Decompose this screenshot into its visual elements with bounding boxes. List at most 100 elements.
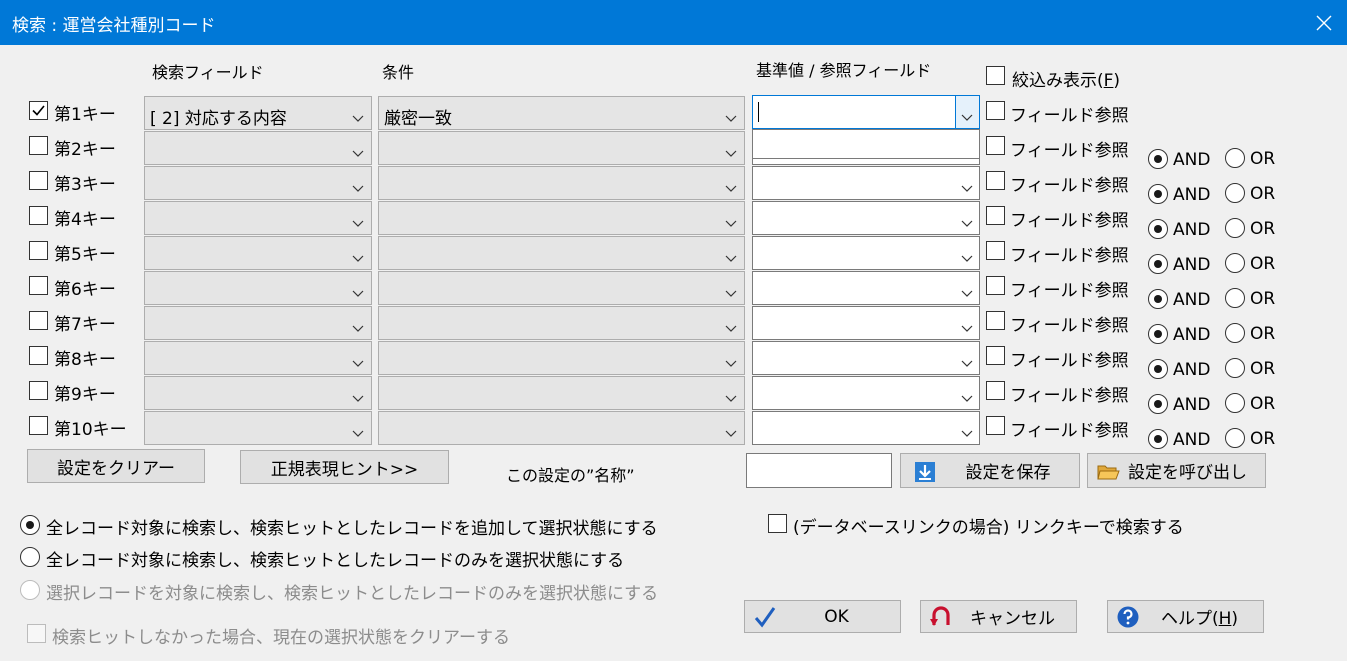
value-combo[interactable] bbox=[752, 236, 980, 270]
field-ref-checkbox[interactable] bbox=[986, 171, 1005, 190]
cancel-button[interactable]: キャンセル bbox=[920, 600, 1077, 633]
and-radio[interactable] bbox=[1148, 184, 1168, 204]
and-radio[interactable] bbox=[1148, 254, 1168, 274]
load-settings-button[interactable]: 設定を呼び出し bbox=[1087, 453, 1266, 488]
or-radio[interactable] bbox=[1225, 148, 1245, 168]
save-settings-button[interactable]: 設定を保存 bbox=[900, 453, 1080, 488]
and-radio[interactable] bbox=[1148, 289, 1168, 309]
clear-settings-button[interactable]: 設定をクリアー bbox=[27, 449, 205, 483]
and-radio[interactable] bbox=[1148, 149, 1168, 169]
key-checkbox[interactable] bbox=[29, 101, 48, 120]
key-label: 第9キー bbox=[54, 385, 116, 405]
and-radio[interactable] bbox=[1148, 394, 1168, 414]
folder-open-icon bbox=[1097, 465, 1120, 480]
field-select[interactable] bbox=[144, 201, 372, 235]
and-radio[interactable] bbox=[1148, 359, 1168, 379]
value-combo[interactable] bbox=[752, 271, 980, 305]
value-combo[interactable] bbox=[752, 201, 980, 235]
field-ref-checkbox[interactable] bbox=[986, 241, 1005, 260]
key-checkbox[interactable] bbox=[29, 241, 48, 260]
or-radio[interactable] bbox=[1225, 183, 1245, 203]
regex-hint-button[interactable]: 正規表現ヒント>> bbox=[240, 450, 449, 484]
field-ref-checkbox[interactable] bbox=[986, 311, 1005, 330]
key-checkbox[interactable] bbox=[29, 311, 48, 330]
condition-select[interactable] bbox=[378, 166, 745, 200]
or-radio[interactable] bbox=[1225, 253, 1245, 273]
key-label: 第5キー bbox=[54, 245, 116, 265]
or-radio[interactable] bbox=[1225, 393, 1245, 413]
mode2-radio[interactable] bbox=[20, 547, 40, 567]
condition-select[interactable] bbox=[378, 411, 745, 445]
or-radio[interactable] bbox=[1225, 428, 1245, 448]
key-checkbox[interactable] bbox=[29, 206, 48, 225]
condition-select[interactable] bbox=[378, 131, 745, 165]
field-select[interactable] bbox=[144, 376, 372, 410]
and-radio[interactable] bbox=[1148, 429, 1168, 449]
mode1-radio[interactable] bbox=[20, 515, 40, 535]
key-checkbox[interactable] bbox=[29, 381, 48, 400]
key-label: 第1キー bbox=[54, 105, 116, 125]
field-select[interactable] bbox=[144, 306, 372, 340]
setting-name-input[interactable] bbox=[746, 453, 892, 488]
narrow-display-label: 絞込み表示(F) bbox=[1012, 71, 1121, 91]
condition-select[interactable]: 厳密一致 bbox=[378, 96, 745, 130]
chevron-down-icon bbox=[725, 143, 737, 163]
field-ref-checkbox[interactable] bbox=[986, 136, 1005, 155]
value-combo[interactable] bbox=[752, 376, 980, 410]
field-select[interactable] bbox=[144, 166, 372, 200]
key-checkbox[interactable] bbox=[29, 346, 48, 365]
field-ref-checkbox[interactable] bbox=[986, 346, 1005, 365]
narrow-display-checkbox[interactable] bbox=[986, 66, 1005, 85]
field-ref-label: フィールド参照 bbox=[1010, 351, 1129, 371]
key-checkbox[interactable] bbox=[29, 136, 48, 155]
value-combo[interactable] bbox=[752, 411, 980, 445]
value-dropdown-list[interactable] bbox=[752, 129, 980, 159]
field-select[interactable] bbox=[144, 341, 372, 375]
field-select[interactable]: [ 2] 対応する内容 bbox=[144, 96, 372, 130]
field-select[interactable] bbox=[144, 271, 372, 305]
or-radio[interactable] bbox=[1225, 218, 1245, 238]
or-label: OR bbox=[1250, 289, 1276, 309]
and-label: AND bbox=[1173, 220, 1211, 240]
field-select[interactable] bbox=[144, 131, 372, 165]
condition-select[interactable] bbox=[378, 236, 745, 270]
or-radio[interactable] bbox=[1225, 323, 1245, 343]
field-ref-checkbox[interactable] bbox=[986, 276, 1005, 295]
value-combo[interactable] bbox=[752, 166, 980, 200]
and-radio[interactable] bbox=[1148, 219, 1168, 239]
or-radio[interactable] bbox=[1225, 288, 1245, 308]
field-ref-checkbox[interactable] bbox=[986, 416, 1005, 435]
ok-label: OK bbox=[824, 606, 849, 627]
condition-select[interactable] bbox=[378, 201, 745, 235]
condition-select[interactable] bbox=[378, 341, 745, 375]
and-label: AND bbox=[1173, 430, 1211, 450]
or-label: OR bbox=[1250, 359, 1276, 379]
clear-if-no-hit-checkbox bbox=[27, 624, 46, 643]
field-ref-checkbox[interactable] bbox=[986, 206, 1005, 225]
chevron-down-icon bbox=[352, 388, 364, 408]
db-link-checkbox[interactable] bbox=[768, 514, 787, 533]
chevron-down-icon bbox=[725, 318, 737, 338]
help-button[interactable]: ヘルプ(H) bbox=[1107, 600, 1264, 633]
chevron-down-icon bbox=[961, 423, 973, 443]
key-checkbox[interactable] bbox=[29, 171, 48, 190]
field-ref-checkbox[interactable] bbox=[986, 101, 1005, 120]
field-ref-checkbox[interactable] bbox=[986, 381, 1005, 400]
key-checkbox[interactable] bbox=[29, 276, 48, 295]
ok-button[interactable]: OK bbox=[744, 600, 901, 633]
value-combo[interactable] bbox=[752, 306, 980, 340]
chevron-down-icon bbox=[352, 283, 364, 303]
condition-select[interactable] bbox=[378, 376, 745, 410]
value-combo[interactable] bbox=[752, 341, 980, 375]
close-button[interactable] bbox=[1301, 0, 1347, 45]
key-checkbox[interactable] bbox=[29, 416, 48, 435]
field-select[interactable] bbox=[144, 411, 372, 445]
chevron-down-icon bbox=[961, 213, 973, 233]
value-combo[interactable] bbox=[752, 95, 980, 129]
or-radio[interactable] bbox=[1225, 358, 1245, 378]
condition-select[interactable] bbox=[378, 306, 745, 340]
condition-select[interactable] bbox=[378, 271, 745, 305]
and-radio[interactable] bbox=[1148, 324, 1168, 344]
chevron-down-icon bbox=[352, 108, 364, 128]
field-select[interactable] bbox=[144, 236, 372, 270]
